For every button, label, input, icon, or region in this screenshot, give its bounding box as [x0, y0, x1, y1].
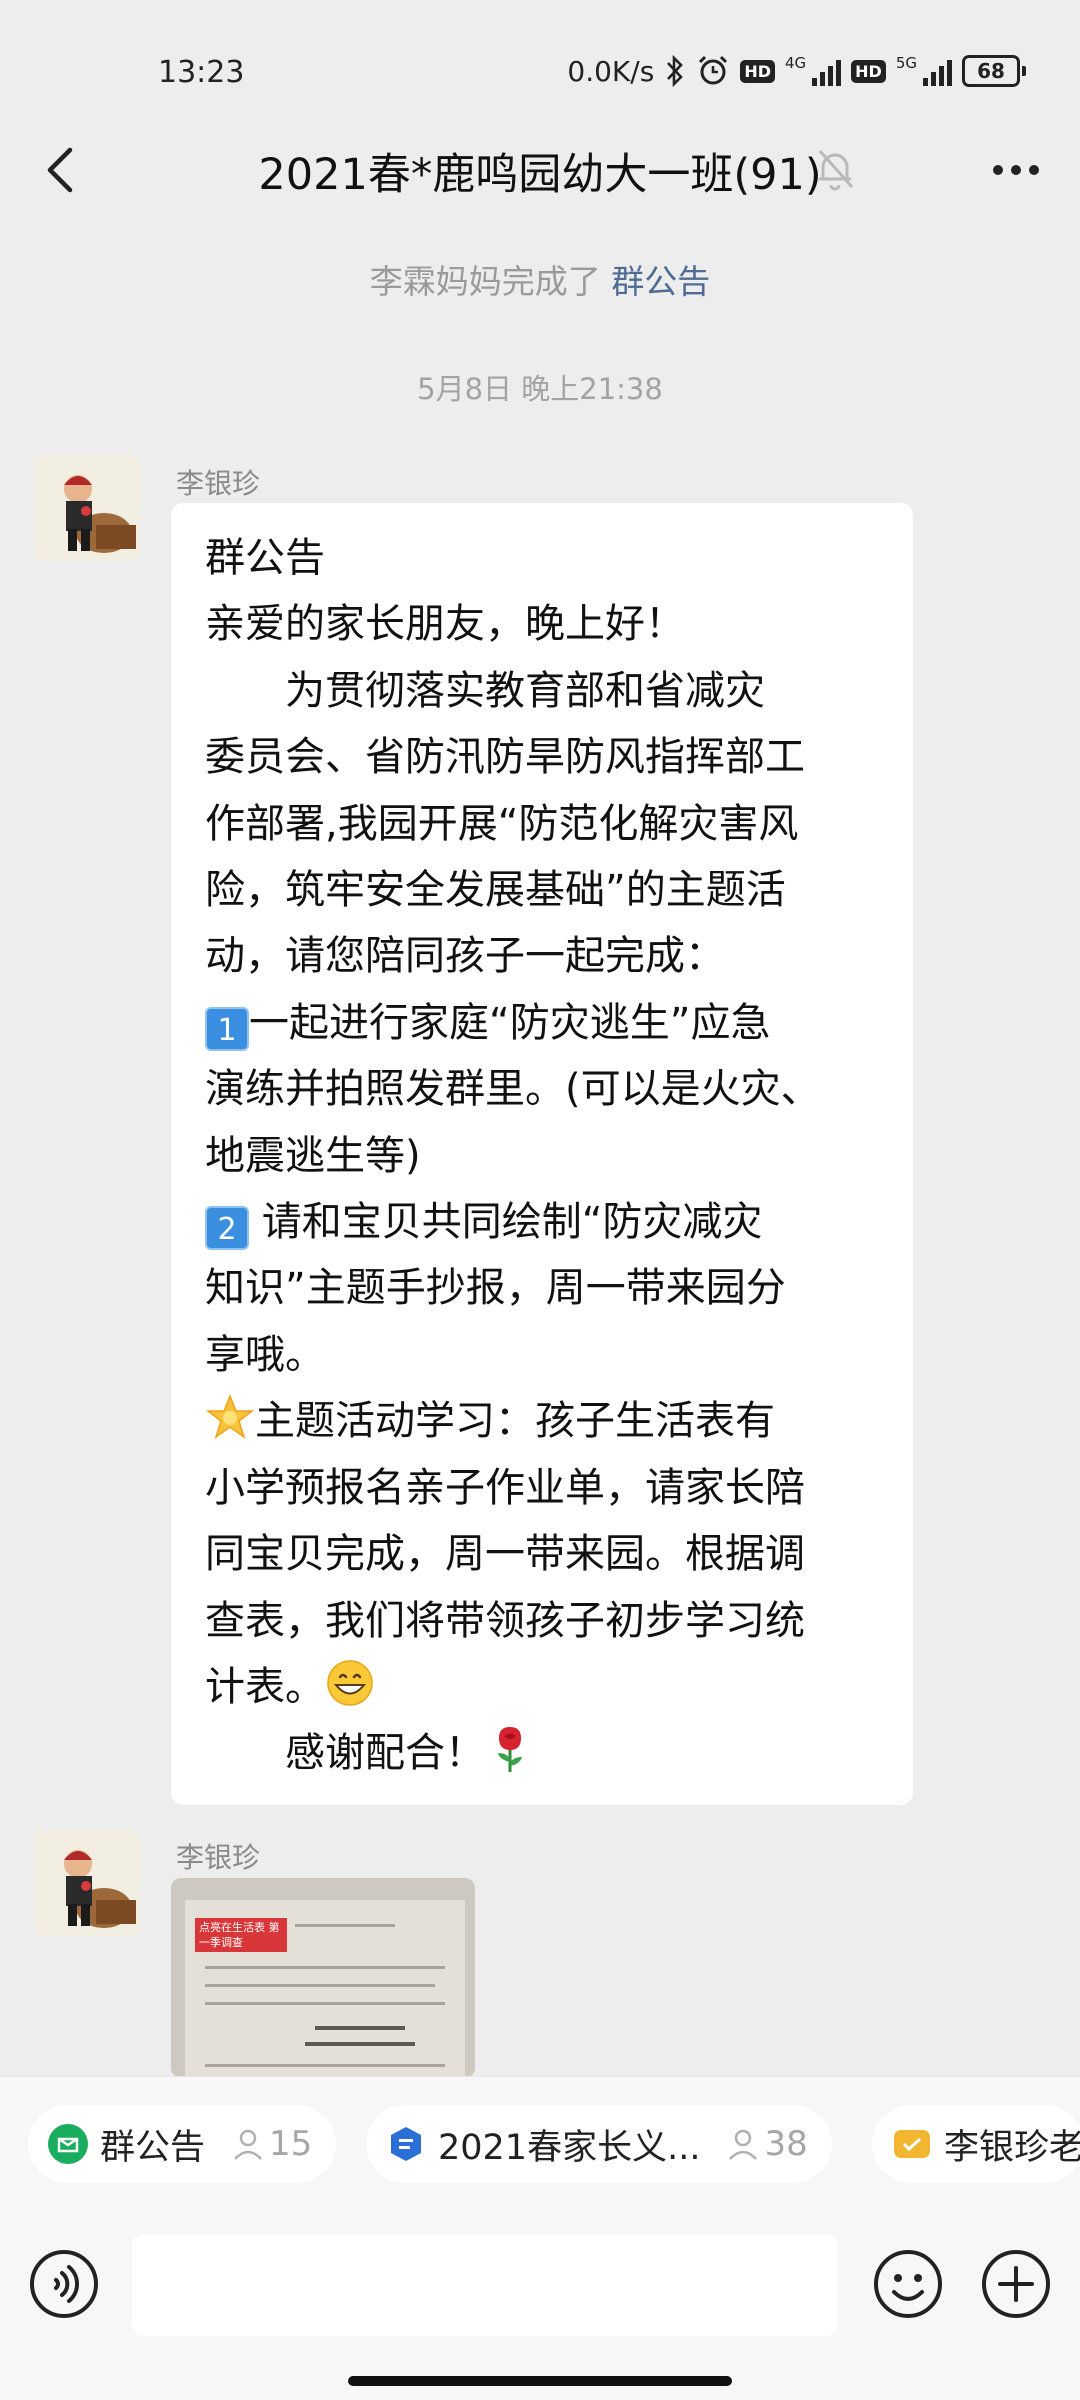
- message-line-text: 感谢配合！: [205, 1730, 485, 1777]
- mute-bell-icon: [818, 150, 854, 191]
- shortcut-teacher[interactable]: 李银珍老: [872, 2105, 1080, 2183]
- message-line-text: 请和宝贝共同绘制“防灾减灾: [249, 1199, 763, 1246]
- message-line-text: 一起进行家庭“防灾逃生”应急: [249, 999, 771, 1046]
- message-line: 险，筑牢安全发展基础”的主题活: [205, 867, 786, 914]
- status-bar: 13:23 0.0K/s HD 4G HD 5G 68: [0, 0, 1080, 120]
- message-line: 同宝贝完成，周一带来园。根据调: [205, 1531, 805, 1578]
- hd-badge-2: HD: [851, 59, 886, 83]
- shortcut-parent-doc[interactable]: 2021春家长义... 38: [366, 2105, 832, 2183]
- signal-icon: [812, 56, 842, 86]
- member-count: 15: [231, 2124, 312, 2164]
- glowing-star-icon: [205, 1394, 255, 1440]
- worksheet-photo: 点亮在生活表 第一季调查: [185, 1900, 465, 2078]
- message-line: 知识”主题手抄报，周一带来园分: [205, 1265, 786, 1312]
- document-icon: [391, 2127, 421, 2161]
- shortcut-label: 2021春家长义...: [438, 2127, 701, 2168]
- bluetooth-icon: [667, 55, 684, 87]
- message-line: 2 请和宝贝共同绘制“防灾减灾: [205, 1189, 877, 1255]
- message-line: 群公告: [205, 535, 325, 581]
- message-line: 亲爱的家长朋友，晚上好！: [205, 601, 685, 648]
- worksheet-red-tag: 点亮在生活表 第一季调查: [195, 1918, 287, 1952]
- folder-icon: [894, 2130, 930, 2158]
- hd-badge: HD: [740, 59, 775, 83]
- status-time: 13:23: [158, 55, 245, 90]
- announcement-message-bubble[interactable]: 群公告 亲爱的家长朋友，晚上好！ 为贯彻落实教育部和省减灾 委员会、省防汛防旱防…: [171, 503, 913, 1805]
- message-line: 地震逃生等): [205, 1132, 421, 1179]
- quick-shortcuts-bar: 群公告 15 2021春家长义... 38 李银珍老: [0, 2076, 1080, 2207]
- emoji-icon[interactable]: [872, 2248, 944, 2320]
- battery-icon: 68: [962, 55, 1026, 87]
- status-indicators: 0.0K/s HD 4G HD 5G 68: [567, 54, 1026, 88]
- battery-tip: [1022, 66, 1026, 76]
- number-two-badge: 2: [205, 1206, 249, 1251]
- message-line: 主题活动学习：孩子生活表有: [205, 1388, 877, 1454]
- chat-title: 2021春*鹿鸣园幼大一班(91): [258, 150, 822, 200]
- grinning-face-icon: [327, 1660, 373, 1706]
- message-line: 演练并拍照发群里。(可以是火灾、: [205, 1066, 821, 1113]
- message-line: 查表，我们将带领孩子初步学习统: [205, 1597, 805, 1644]
- home-indicator[interactable]: [348, 2376, 732, 2386]
- shortcut-label: 群公告: [100, 2127, 206, 2168]
- message-line: 享哦。: [205, 1331, 325, 1378]
- time-divider: 5月8日 晚上21:38: [417, 372, 663, 406]
- announcement-link[interactable]: 群公告: [611, 262, 710, 301]
- avatar[interactable]: [34, 1830, 140, 1936]
- message-line: 为贯彻落实教育部和省减灾: [205, 667, 765, 714]
- voice-input-icon[interactable]: [28, 2248, 100, 2320]
- input-bar: [0, 2206, 1080, 2400]
- plus-icon[interactable]: [980, 2248, 1052, 2320]
- member-count: 38: [726, 2124, 808, 2164]
- more-options-icon[interactable]: [986, 142, 1046, 198]
- sender-name: 李银珍: [176, 1841, 261, 1874]
- message-line: 1 一起进行家庭“防灾逃生”应急: [205, 990, 877, 1056]
- shortcut-group-announcement[interactable]: 群公告 15: [28, 2105, 337, 2183]
- system-notice: 李霖妈妈完成了 群公告: [0, 255, 1080, 303]
- message-line: 计表。: [205, 1654, 877, 1720]
- photo-message[interactable]: 点亮在生活表 第一季调查: [171, 1878, 475, 2078]
- network-type-b: 5G: [895, 54, 917, 72]
- person-icon: [234, 2129, 262, 2160]
- sender-name: 李银珍: [176, 467, 261, 500]
- system-notice-text: 李霖妈妈完成了: [369, 262, 601, 301]
- message-line: 感谢配合！: [205, 1720, 877, 1786]
- alarm-icon: [699, 55, 728, 85]
- number-one-badge: 1: [205, 1006, 249, 1051]
- avatar-image: [34, 455, 140, 561]
- message-line-text: 主题活动学习：孩子生活表有: [255, 1398, 775, 1445]
- person-icon: [729, 2129, 758, 2160]
- announcement-icon: [48, 2124, 88, 2164]
- net-speed: 0.0K/s: [567, 54, 655, 88]
- message-input[interactable]: [132, 2234, 838, 2336]
- avatar[interactable]: [34, 455, 140, 561]
- avatar-image: [34, 1830, 140, 1936]
- message-line: 作部署,我园开展“防范化解灾害风: [205, 800, 799, 847]
- rose-icon: [498, 1727, 522, 1773]
- signal-icon-2: [923, 56, 952, 86]
- chat-header: 2021春*鹿鸣园幼大一班(91): [0, 120, 1080, 220]
- shortcut-label: 李银珍老: [944, 2127, 1080, 2168]
- message-line: 委员会、省防汛防旱防风指挥部工: [205, 734, 805, 781]
- battery-level: 68: [962, 55, 1020, 87]
- count-value: 38: [764, 2124, 808, 2164]
- message-line-text: 计表。: [205, 1663, 325, 1710]
- message-line: 小学预报名亲子作业单，请家长陪: [205, 1464, 805, 1511]
- count-value: 15: [269, 2124, 313, 2164]
- message-line: 动，请您陪同孩子一起完成：: [205, 933, 725, 980]
- network-type-a: 4G: [784, 54, 807, 72]
